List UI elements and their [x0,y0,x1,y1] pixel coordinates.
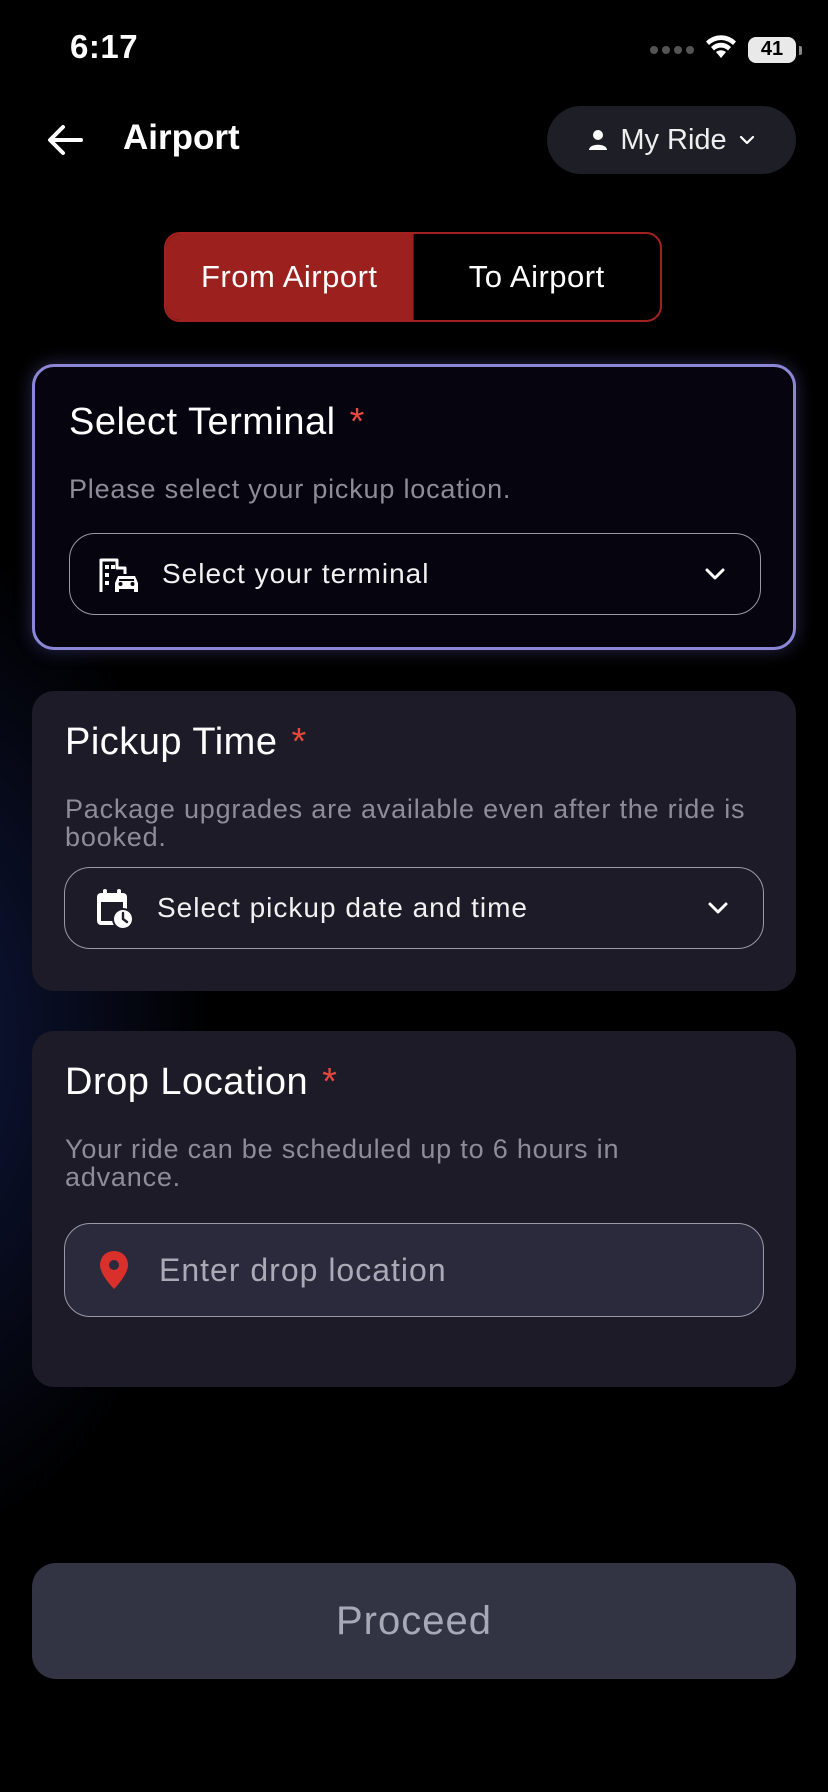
drop-location-title-text: Drop Location [65,1061,309,1103]
pickup-time-description: Package upgrades are available even afte… [65,794,746,852]
tab-to-airport[interactable]: To Airport [414,234,661,320]
signal-dots-icon [650,45,694,54]
pickup-datetime-text: Select pickup date and time [157,892,528,923]
drop-location-input[interactable] [157,1250,763,1290]
battery-icon: 41 [748,36,802,63]
airport-direction-toggle: From Airport To Airport [164,232,662,322]
my-ride-label: My Ride [620,123,727,156]
calendar-clock-icon [91,885,137,931]
chevron-down-icon [700,559,730,589]
drop-location-title: Drop Location * [65,1061,337,1104]
pickup-datetime-select[interactable]: Select pickup date and time [64,867,764,949]
building-car-icon [96,551,142,597]
airport-ride-screen: 6:17 41 Airport My Ride From Airport To … [0,0,828,1792]
terminal-select-text: Select your terminal [162,558,430,589]
select-terminal-title-text: Select Terminal [69,401,336,443]
drop-location-description: Your ride can be scheduled up to 6 hours… [65,1134,620,1192]
page-title: Airport [123,118,240,157]
select-terminal-description: Please select your pickup location. [69,474,512,504]
status-bar: 6:17 41 [0,0,828,100]
proceed-button[interactable]: Proceed [32,1563,796,1679]
chevron-down-icon [703,893,733,923]
person-icon [589,130,608,150]
my-ride-button[interactable]: My Ride [547,106,796,174]
terminal-select[interactable]: Select your terminal [69,533,761,615]
battery-level: 41 [760,38,784,60]
arrow-left-icon [48,125,83,155]
wifi-icon [704,34,738,65]
back-button[interactable] [40,118,90,162]
header: Airport My Ride [0,100,828,180]
select-terminal-card: Select Terminal * Please select your pick… [32,364,796,650]
map-pin-icon [91,1247,137,1293]
pickup-time-card: Pickup Time * Package upgrades are availa… [32,691,796,991]
required-star: * [291,721,307,763]
status-time: 6:17 [70,28,139,65]
pickup-time-title: Pickup Time * [65,721,307,764]
drop-location-card: Drop Location * Your ride can be schedule… [32,1031,796,1387]
select-terminal-title: Select Terminal * [69,401,365,444]
status-icons: 41 [650,34,802,65]
chevron-down-icon [739,135,754,145]
required-star: * [322,1061,338,1103]
pickup-time-title-text: Pickup Time [65,721,278,763]
required-star: * [349,401,365,443]
tab-from-airport[interactable]: From Airport [166,234,414,320]
drop-location-field[interactable] [64,1223,764,1317]
